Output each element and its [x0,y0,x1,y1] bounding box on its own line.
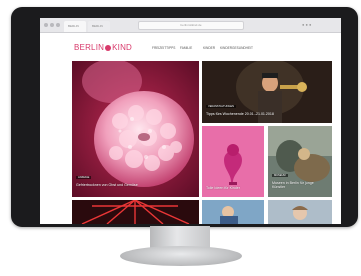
site-header: BERLIN KIND FREIZEITTIPPS FAMILIE KINDER … [40,33,341,61]
logo-text-right: KIND [112,43,133,52]
logo-text-left: BERLIN [74,43,105,52]
event-caption: Tipps fürs Wochenende 20.01.-21.01.2018 [206,112,274,116]
event-article-tile[interactable]: VERANSTALTUNGEN Tipps fürs Wochenende 20… [202,61,332,123]
monitor-stand-base [120,246,242,266]
nav-link-familie[interactable]: FAMILIE [180,46,192,50]
address-bar[interactable]: berlinmitkind.de [138,21,244,30]
child-portrait-image [268,200,332,224]
nav-link-freizeittipps[interactable]: FREIZEITTIPPS [152,46,175,50]
museum-article-tile[interactable]: MUSEUM Museen in Berlin für junge Künstl… [268,126,332,197]
museum-caption: Museen in Berlin für junge Künstler [272,181,314,189]
browser-toolbar: BERLIN BERLIN berlinmitkind.de ● ● ● [40,18,341,33]
feature-tag: ANZEIGE [76,176,92,179]
nav-link-kinder[interactable]: KINDER [203,46,215,50]
monitor-frame: BERLIN BERLIN berlinmitkind.de ● ● ● BER… [11,7,358,227]
window-close-icon[interactable] [44,23,48,27]
neon-article-tile[interactable] [72,200,199,224]
browser-screen: BERLIN BERLIN berlinmitkind.de ● ● ● BER… [40,18,341,224]
toolbar-controls-icon[interactable]: ● ● ● [302,22,311,28]
browser-tab[interactable]: BERLIN [64,21,86,32]
site-logo[interactable]: BERLIN KIND [74,43,132,52]
feature-article-tile[interactable]: ANZEIGE Gefriertrocknen von Obst und Gem… [72,61,199,197]
nav-link-kindergesundheit[interactable]: KINDERGESUNDHEIT [220,46,253,50]
neon-lights-image [72,200,199,224]
kids-image [202,200,264,224]
kids-article-tile[interactable] [202,200,264,224]
ideas-caption: Tolle Ideen für Kinder [206,186,240,190]
window-minimize-icon[interactable] [50,23,54,27]
article-grid: ANZEIGE Gefriertrocknen von Obst und Gem… [72,61,332,224]
browser-tab[interactable]: BERLIN [88,21,110,32]
child-article-tile[interactable] [268,200,332,224]
ideas-article-tile[interactable]: Tolle Ideen für Kinder [202,126,264,197]
feature-caption: Gefriertrocknen von Obst und Gemüse [76,183,138,187]
logo-heart-icon [105,45,112,51]
event-tag: VERANSTALTUNGEN [206,105,236,108]
museum-tag: MUSEUM [272,174,288,177]
window-maximize-icon[interactable] [56,23,60,27]
